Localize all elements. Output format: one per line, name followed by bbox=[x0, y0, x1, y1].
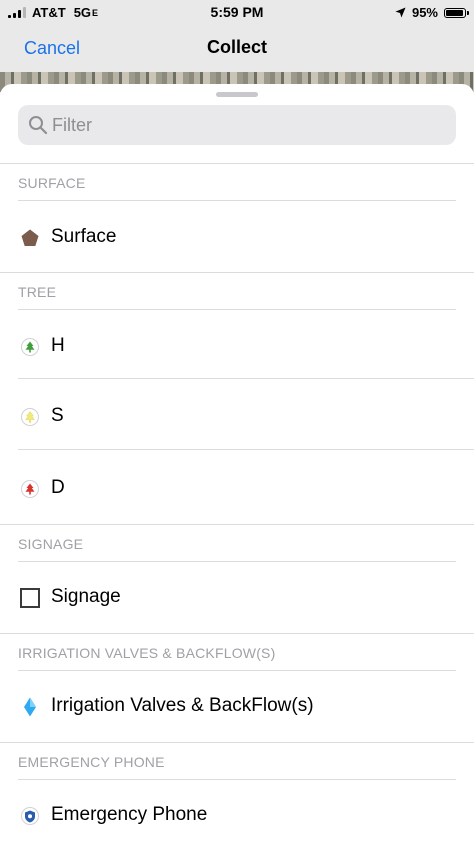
location-arrow-icon bbox=[395, 7, 406, 18]
status-right: 95% bbox=[395, 5, 469, 20]
divider bbox=[18, 561, 456, 562]
divider bbox=[0, 524, 474, 525]
divider bbox=[18, 378, 474, 379]
section-header-signage: SIGNAGE bbox=[18, 536, 84, 552]
list-item-label: H bbox=[51, 335, 65, 356]
yellow-tree-icon bbox=[20, 407, 40, 427]
blue-shield-icon bbox=[20, 806, 40, 826]
list-item-label: Signage bbox=[51, 586, 121, 607]
divider bbox=[0, 272, 474, 273]
divider bbox=[18, 309, 456, 310]
list-item-tree-d[interactable]: D bbox=[0, 458, 474, 520]
list-item-label: S bbox=[51, 405, 64, 426]
list-item-signage[interactable]: Signage bbox=[0, 567, 474, 629]
divider bbox=[0, 742, 474, 743]
filter-field[interactable] bbox=[18, 105, 456, 145]
list-item-label: Surface bbox=[51, 226, 117, 247]
red-tree-icon bbox=[20, 479, 40, 499]
list-item-label: D bbox=[51, 477, 65, 498]
section-header-emergency-phone: EMERGENCY PHONE bbox=[18, 754, 165, 770]
square-outline-icon bbox=[20, 588, 40, 608]
list-item-irrigation-valves[interactable]: Irrigation Valves & BackFlow(s) bbox=[0, 676, 474, 738]
page-title: Collect bbox=[206, 37, 267, 57]
blue-diamond-icon bbox=[20, 697, 40, 717]
filter-input[interactable] bbox=[52, 105, 442, 145]
section-header-surface: SURFACE bbox=[18, 175, 86, 191]
battery-icon bbox=[444, 7, 469, 18]
list-item-tree-h[interactable]: H bbox=[0, 316, 474, 378]
nav-bar: Cancel Collect bbox=[0, 26, 474, 72]
list-item-label: Irrigation Valves & BackFlow(s) bbox=[51, 695, 314, 716]
section-header-irrigation: IRRIGATION VALVES & BACKFLOW(S) bbox=[18, 645, 276, 661]
section-header-tree: TREE bbox=[18, 284, 57, 300]
search-icon bbox=[29, 116, 48, 135]
divider bbox=[18, 200, 456, 201]
collect-sheet: SURFACE Surface TREE H S D SIGNAGE bbox=[0, 84, 474, 842]
divider bbox=[18, 449, 474, 450]
divider bbox=[18, 779, 456, 780]
divider bbox=[18, 670, 456, 671]
battery-percent: 95% bbox=[411, 5, 438, 20]
list-item-surface[interactable]: Surface bbox=[0, 207, 474, 269]
brown-pentagon-icon bbox=[20, 228, 40, 248]
divider bbox=[0, 163, 474, 164]
list-item-tree-s[interactable]: S bbox=[0, 386, 474, 448]
green-tree-icon bbox=[20, 337, 40, 357]
sheet-grabber-handle[interactable] bbox=[216, 92, 258, 97]
status-bar: AT&T 5G E 5:59 PM 95% bbox=[0, 0, 474, 26]
divider bbox=[0, 633, 474, 634]
list-item-label: Emergency Phone bbox=[51, 804, 208, 825]
battery-fill bbox=[446, 9, 464, 16]
list-item-emergency-phone[interactable]: Emergency Phone bbox=[0, 785, 474, 842]
